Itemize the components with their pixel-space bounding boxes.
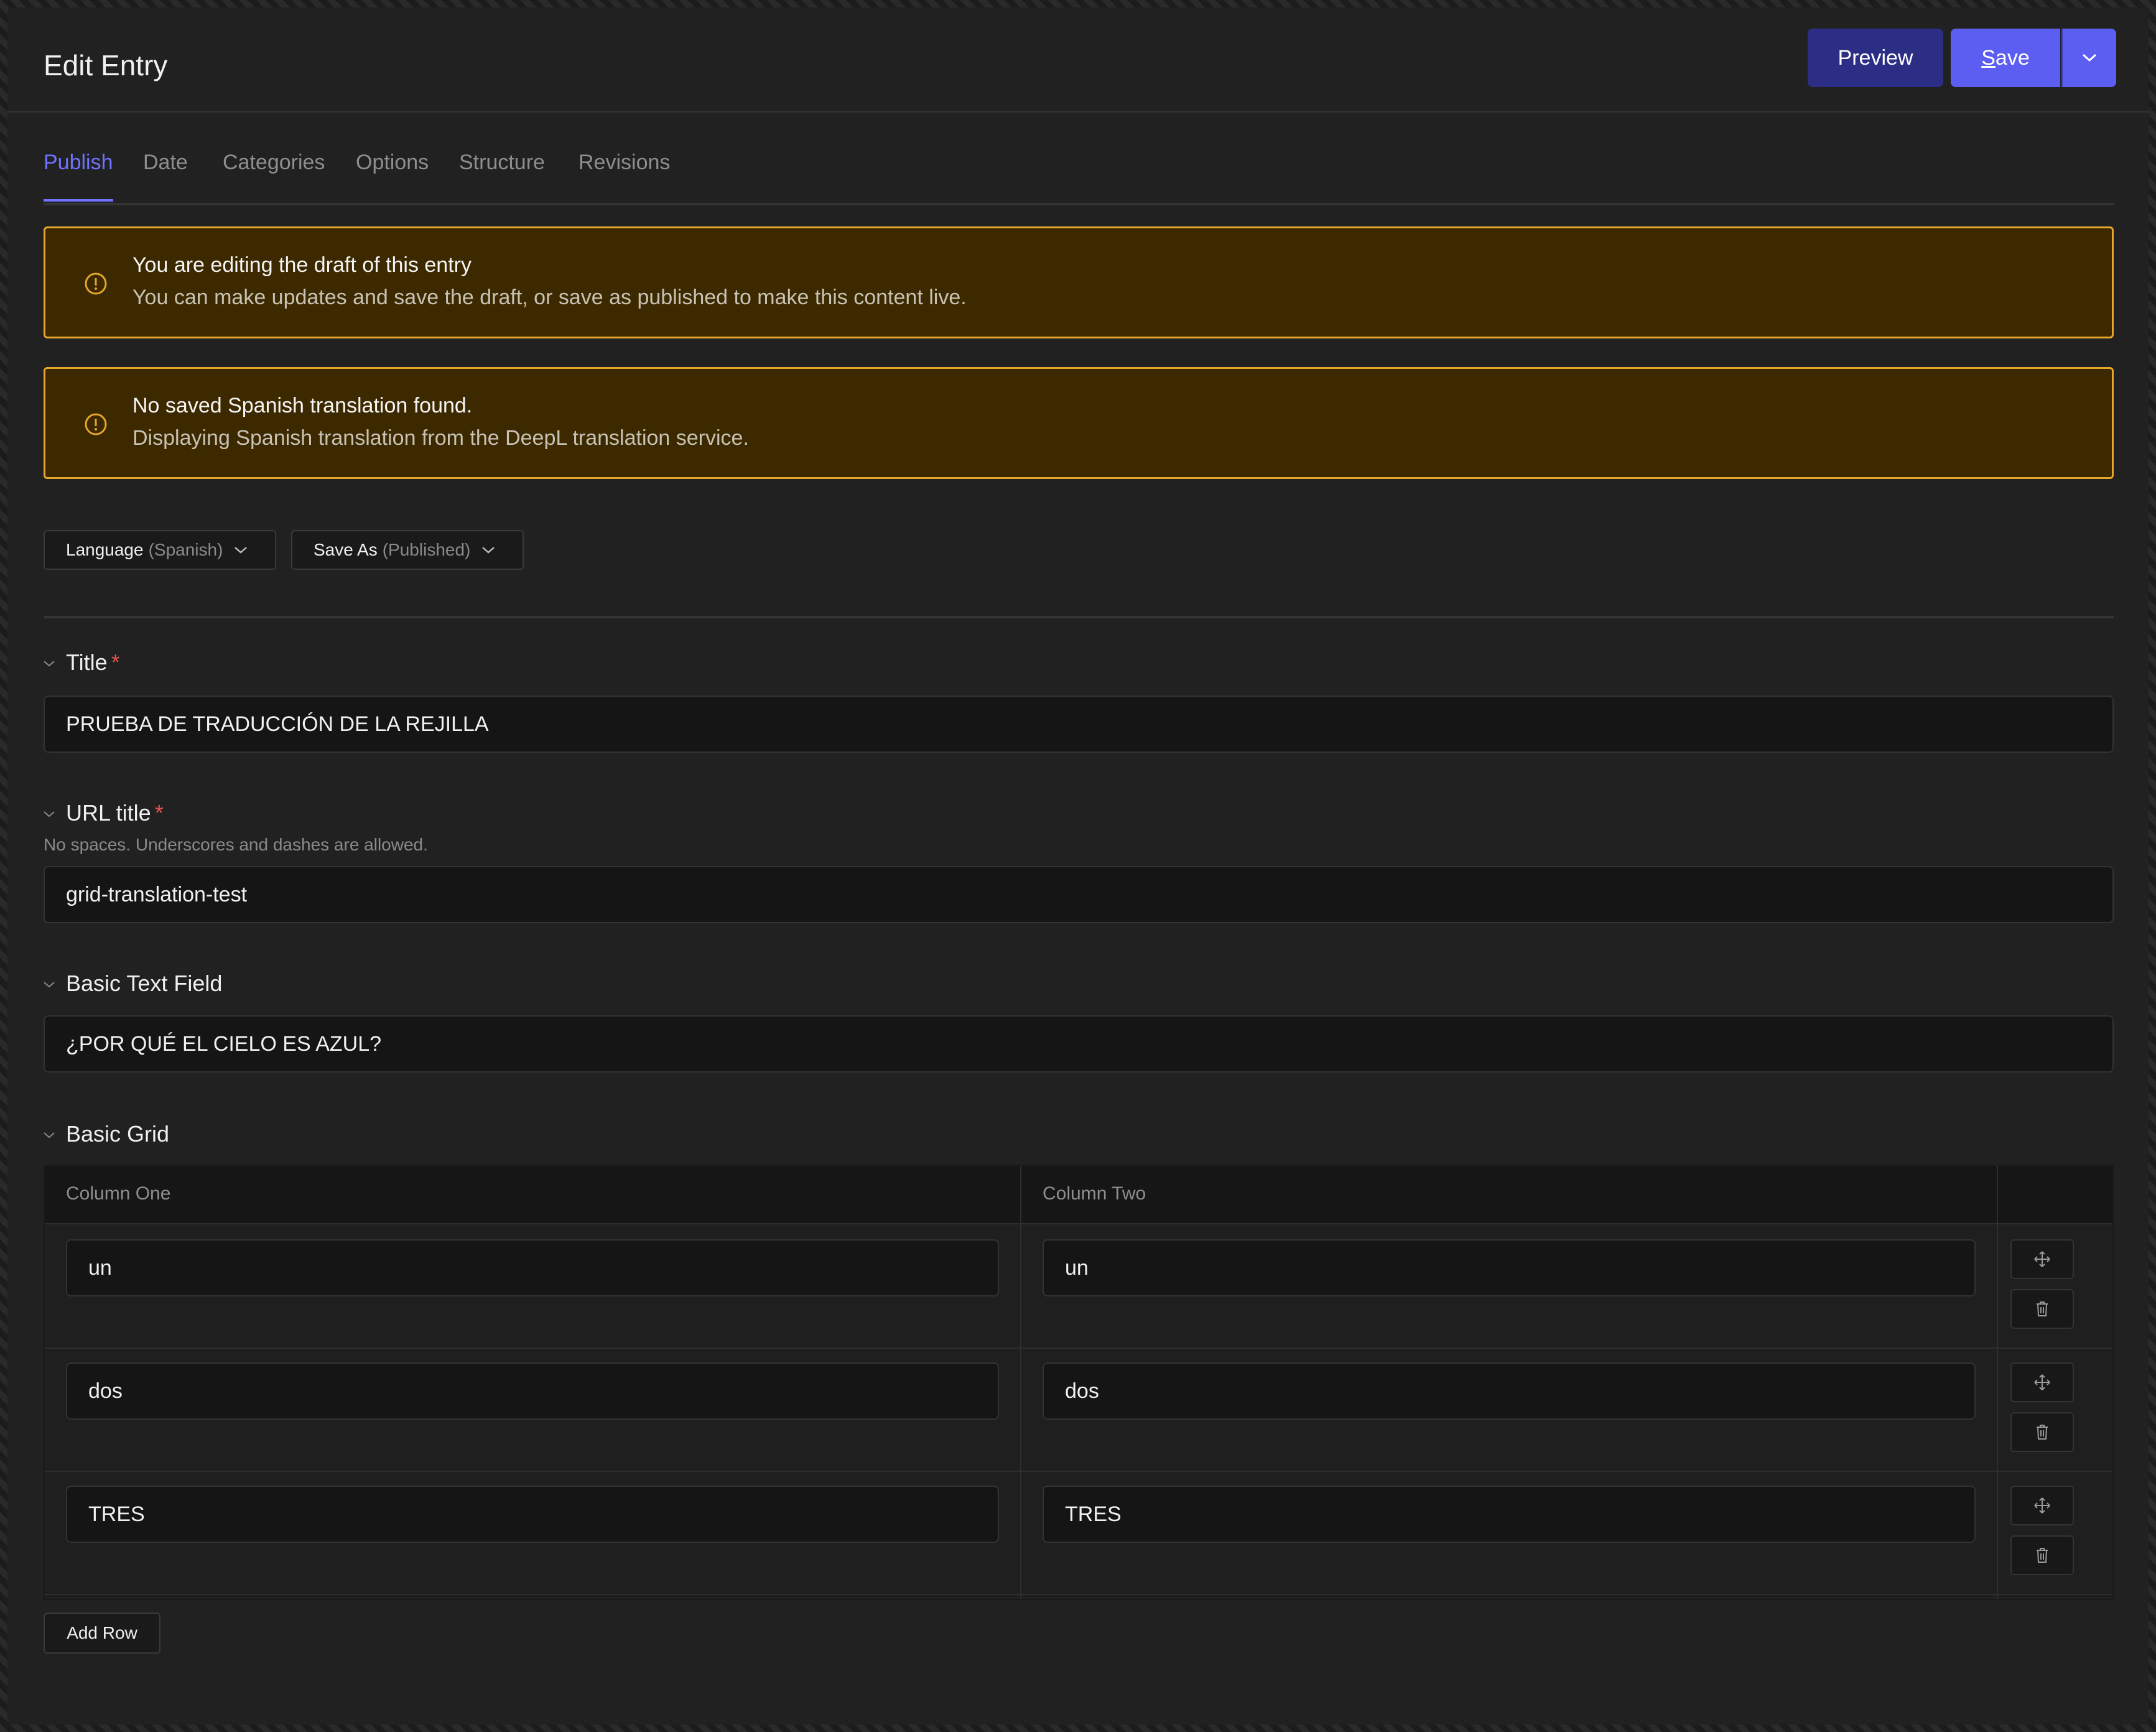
reorder-row-button[interactable] <box>2010 1362 2074 1402</box>
tab-publish[interactable]: Publish <box>44 151 113 175</box>
preview-button[interactable]: Preview <box>1808 29 1943 87</box>
trash-icon <box>2037 1425 2048 1440</box>
table-row: TRES TRES <box>45 1471 2112 1595</box>
grid-cell-input[interactable]: dos <box>66 1362 999 1420</box>
url-title-label-text: URL title <box>66 800 151 826</box>
tab-structure[interactable]: Structure <box>459 151 545 175</box>
alert-title: No saved Spanish translation found. <box>132 394 473 417</box>
tab-revisions[interactable]: Revisions <box>578 151 670 175</box>
tab-options[interactable]: Options <box>356 151 429 175</box>
header: Edit Entry Preview Save <box>7 7 2149 113</box>
tab-bar: Publish Date Categories Options Structur… <box>44 126 2114 205</box>
grid-cell-input[interactable]: un <box>1043 1239 1976 1297</box>
tab-categories[interactable]: Categories <box>223 151 325 175</box>
basic-text-field-label: Basic Text Field <box>66 971 223 996</box>
basic-grid: Column One Column Two un un dos dos TRES… <box>44 1165 2114 1600</box>
url-title-field-label: URL title * <box>66 800 164 826</box>
save-as-dropdown[interactable]: Save As (Published) <box>291 530 524 570</box>
collapse-chevron-icon[interactable] <box>42 659 56 668</box>
save-options-button[interactable] <box>2061 29 2116 87</box>
url-title-hint: No spaces. Underscores and dashes are al… <box>44 835 428 854</box>
language-label: Language <box>66 540 144 559</box>
save-label-rest: ave <box>1995 45 2030 70</box>
trash-icon <box>2037 1301 2048 1316</box>
translation-alert: No saved Spanish translation found. Disp… <box>44 367 2114 479</box>
reorder-row-button[interactable] <box>2010 1239 2074 1279</box>
trash-icon <box>2037 1548 2048 1563</box>
grid-cell-input[interactable]: un <box>66 1239 999 1297</box>
edit-entry-panel: Edit Entry Preview Save Publish Date Cat… <box>7 7 2149 1725</box>
title-input[interactable]: PRUEBA DE TRADUCCIÓN DE LA REJILLA <box>44 696 2114 753</box>
move-icon <box>2034 1251 2050 1267</box>
save-button[interactable]: Save <box>1951 29 2060 87</box>
alert-circle-icon <box>85 413 107 435</box>
divider <box>44 616 2114 618</box>
move-icon <box>2034 1497 2050 1514</box>
alert-circle-icon <box>85 272 107 295</box>
chevron-down-icon <box>482 547 495 554</box>
basic-grid-label: Basic Grid <box>66 1121 170 1147</box>
basic-text-input[interactable]: ¿POR QUÉ EL CIELO ES AZUL? <box>44 1015 2114 1073</box>
tab-date[interactable]: Date <box>143 151 188 175</box>
title-field-label: Title * <box>66 650 120 676</box>
collapse-chevron-icon[interactable] <box>42 1131 56 1140</box>
language-dropdown[interactable]: Language (Spanish) <box>44 530 276 570</box>
chevron-down-icon <box>235 547 248 554</box>
language-value: (Spanish) <box>148 540 223 559</box>
alert-title: You are editing the draft of this entry <box>132 253 472 277</box>
title-label-text: Title <box>66 650 108 675</box>
column-header: Column One <box>66 1183 171 1204</box>
delete-row-button[interactable] <box>2010 1289 2074 1329</box>
save-as-value: (Published) <box>382 540 471 559</box>
save-as-label: Save As <box>314 540 378 559</box>
page-title: Edit Entry <box>44 49 168 81</box>
table-row: un un <box>45 1224 2112 1349</box>
grid-cell-input[interactable]: dos <box>1043 1362 1976 1420</box>
move-icon <box>2034 1374 2050 1390</box>
delete-row-button[interactable] <box>2010 1535 2074 1575</box>
required-marker: * <box>154 800 164 826</box>
column-header: Column Two <box>1043 1183 1146 1204</box>
collapse-chevron-icon[interactable] <box>42 980 56 989</box>
table-row: dos dos <box>45 1348 2112 1472</box>
grid-cell-input[interactable]: TRES <box>1043 1486 1976 1543</box>
grid-cell-input[interactable]: TRES <box>66 1486 999 1543</box>
url-title-input[interactable]: grid-translation-test <box>44 866 2114 923</box>
collapse-chevron-icon[interactable] <box>42 810 56 819</box>
alert-body: Displaying Spanish translation from the … <box>132 426 749 450</box>
save-label-accesskey: S <box>1981 45 1996 70</box>
grid-header: Column One Column Two <box>45 1166 2112 1224</box>
add-row-button[interactable]: Add Row <box>44 1613 160 1654</box>
required-marker: * <box>111 650 120 675</box>
delete-row-button[interactable] <box>2010 1412 2074 1452</box>
active-tab-indicator <box>44 199 113 202</box>
alert-body: You can make updates and save the draft,… <box>132 286 967 309</box>
chevron-down-icon <box>2082 54 2097 62</box>
reorder-row-button[interactable] <box>2010 1486 2074 1525</box>
draft-alert: You are editing the draft of this entry … <box>44 226 2114 338</box>
